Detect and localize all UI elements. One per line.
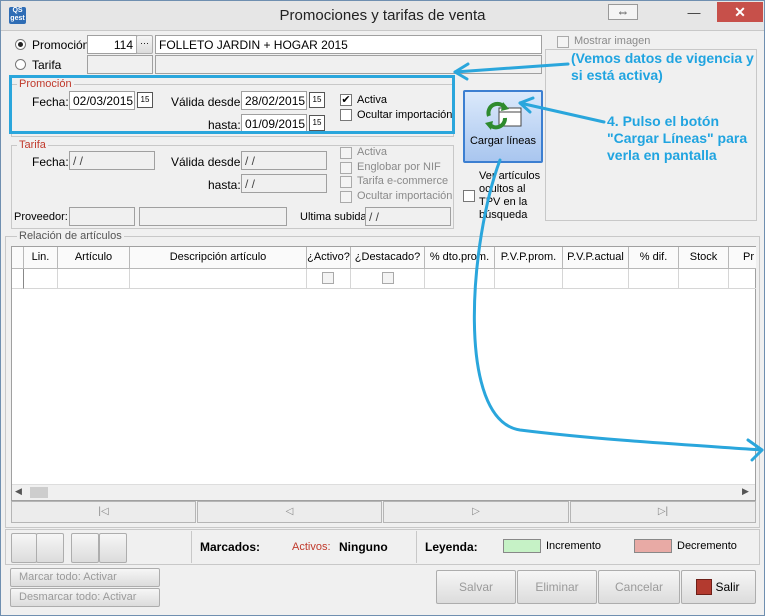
arrow-to-promocion [453, 62, 570, 74]
arrow-to-cargar-lineas [518, 101, 606, 124]
arrow-to-grid [472, 158, 764, 452]
annotation-arrows [453, 62, 764, 462]
